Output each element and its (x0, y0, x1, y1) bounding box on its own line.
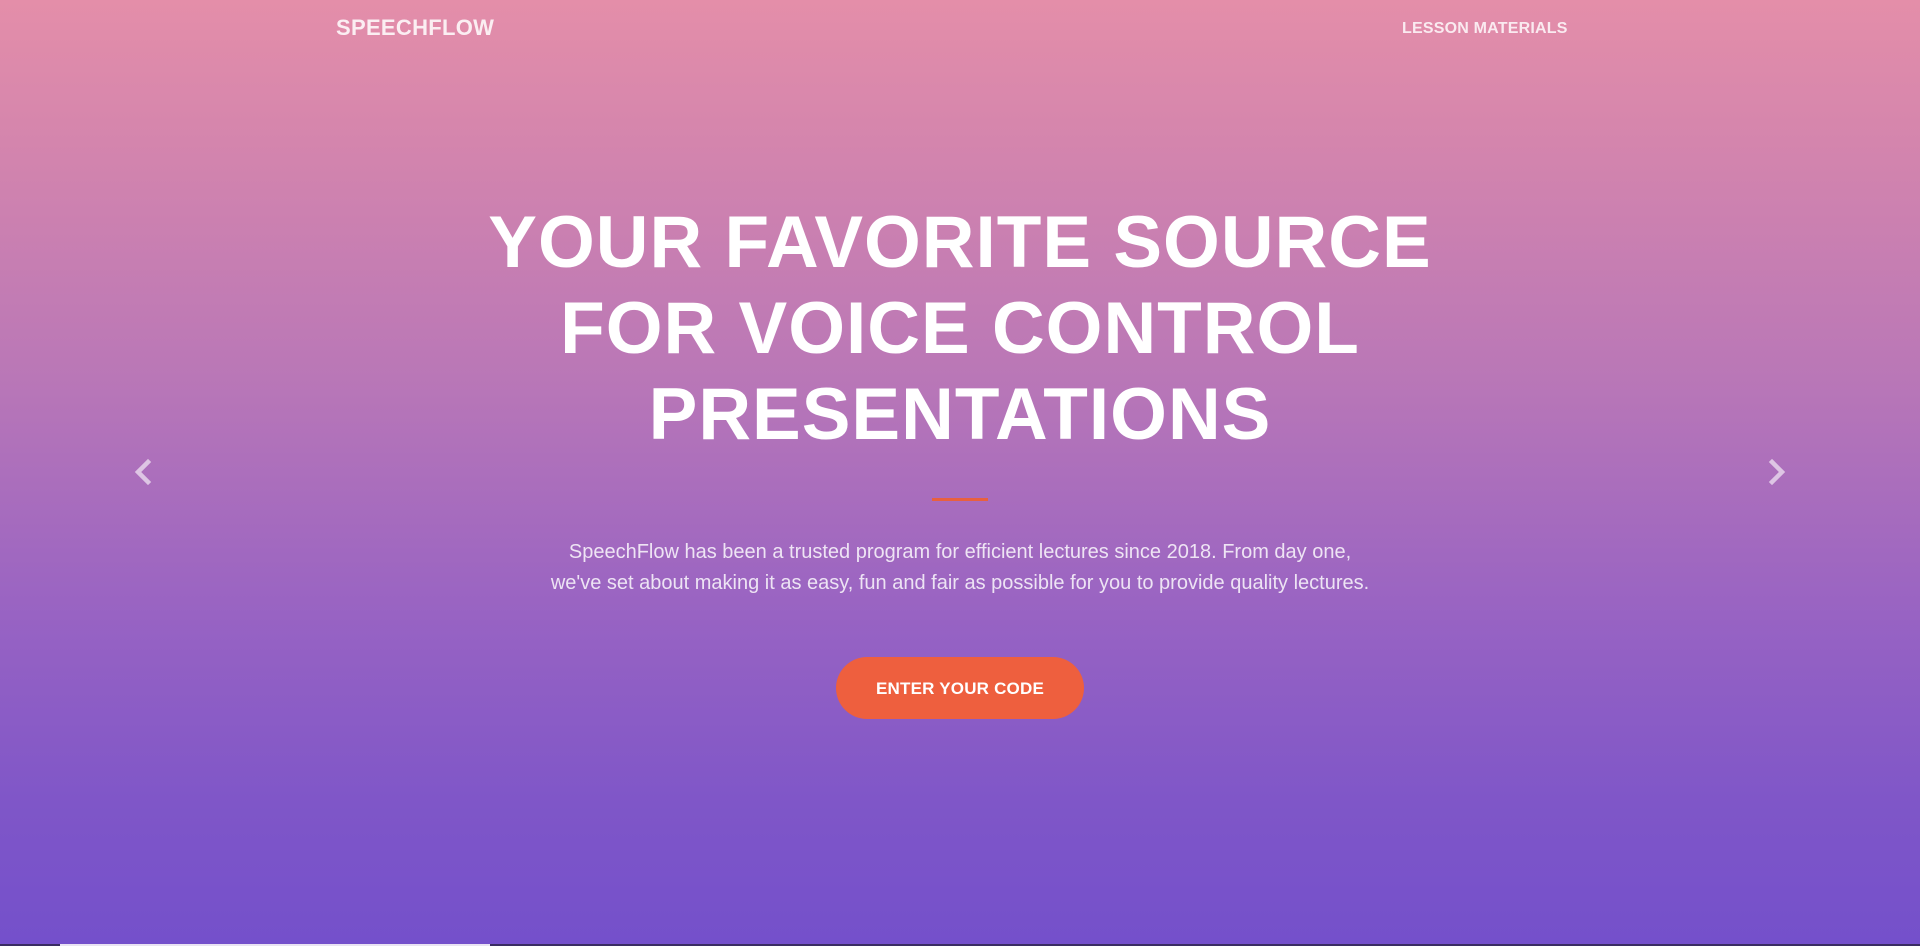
title-divider (932, 498, 988, 501)
landing-page: SPEECHFLOW LESSON MATERIALS YOUR FAVORIT… (0, 0, 1920, 946)
hero-title: YOUR FAVORITE SOURCE FOR VOICE CONTROL P… (488, 202, 1432, 455)
hero-section: YOUR FAVORITE SOURCE FOR VOICE CONTROL P… (0, 200, 1920, 719)
nav-link-lesson-materials[interactable]: LESSON MATERIALS (1402, 20, 1568, 38)
enter-code-button[interactable]: ENTER YOUR CODE (836, 657, 1084, 719)
navbar: SPEECHFLOW LESSON MATERIALS (0, 0, 1920, 56)
brand-logo-link[interactable]: SPEECHFLOW (336, 15, 494, 41)
hero-description: SpeechFlow has been a trusted program fo… (550, 541, 1370, 594)
